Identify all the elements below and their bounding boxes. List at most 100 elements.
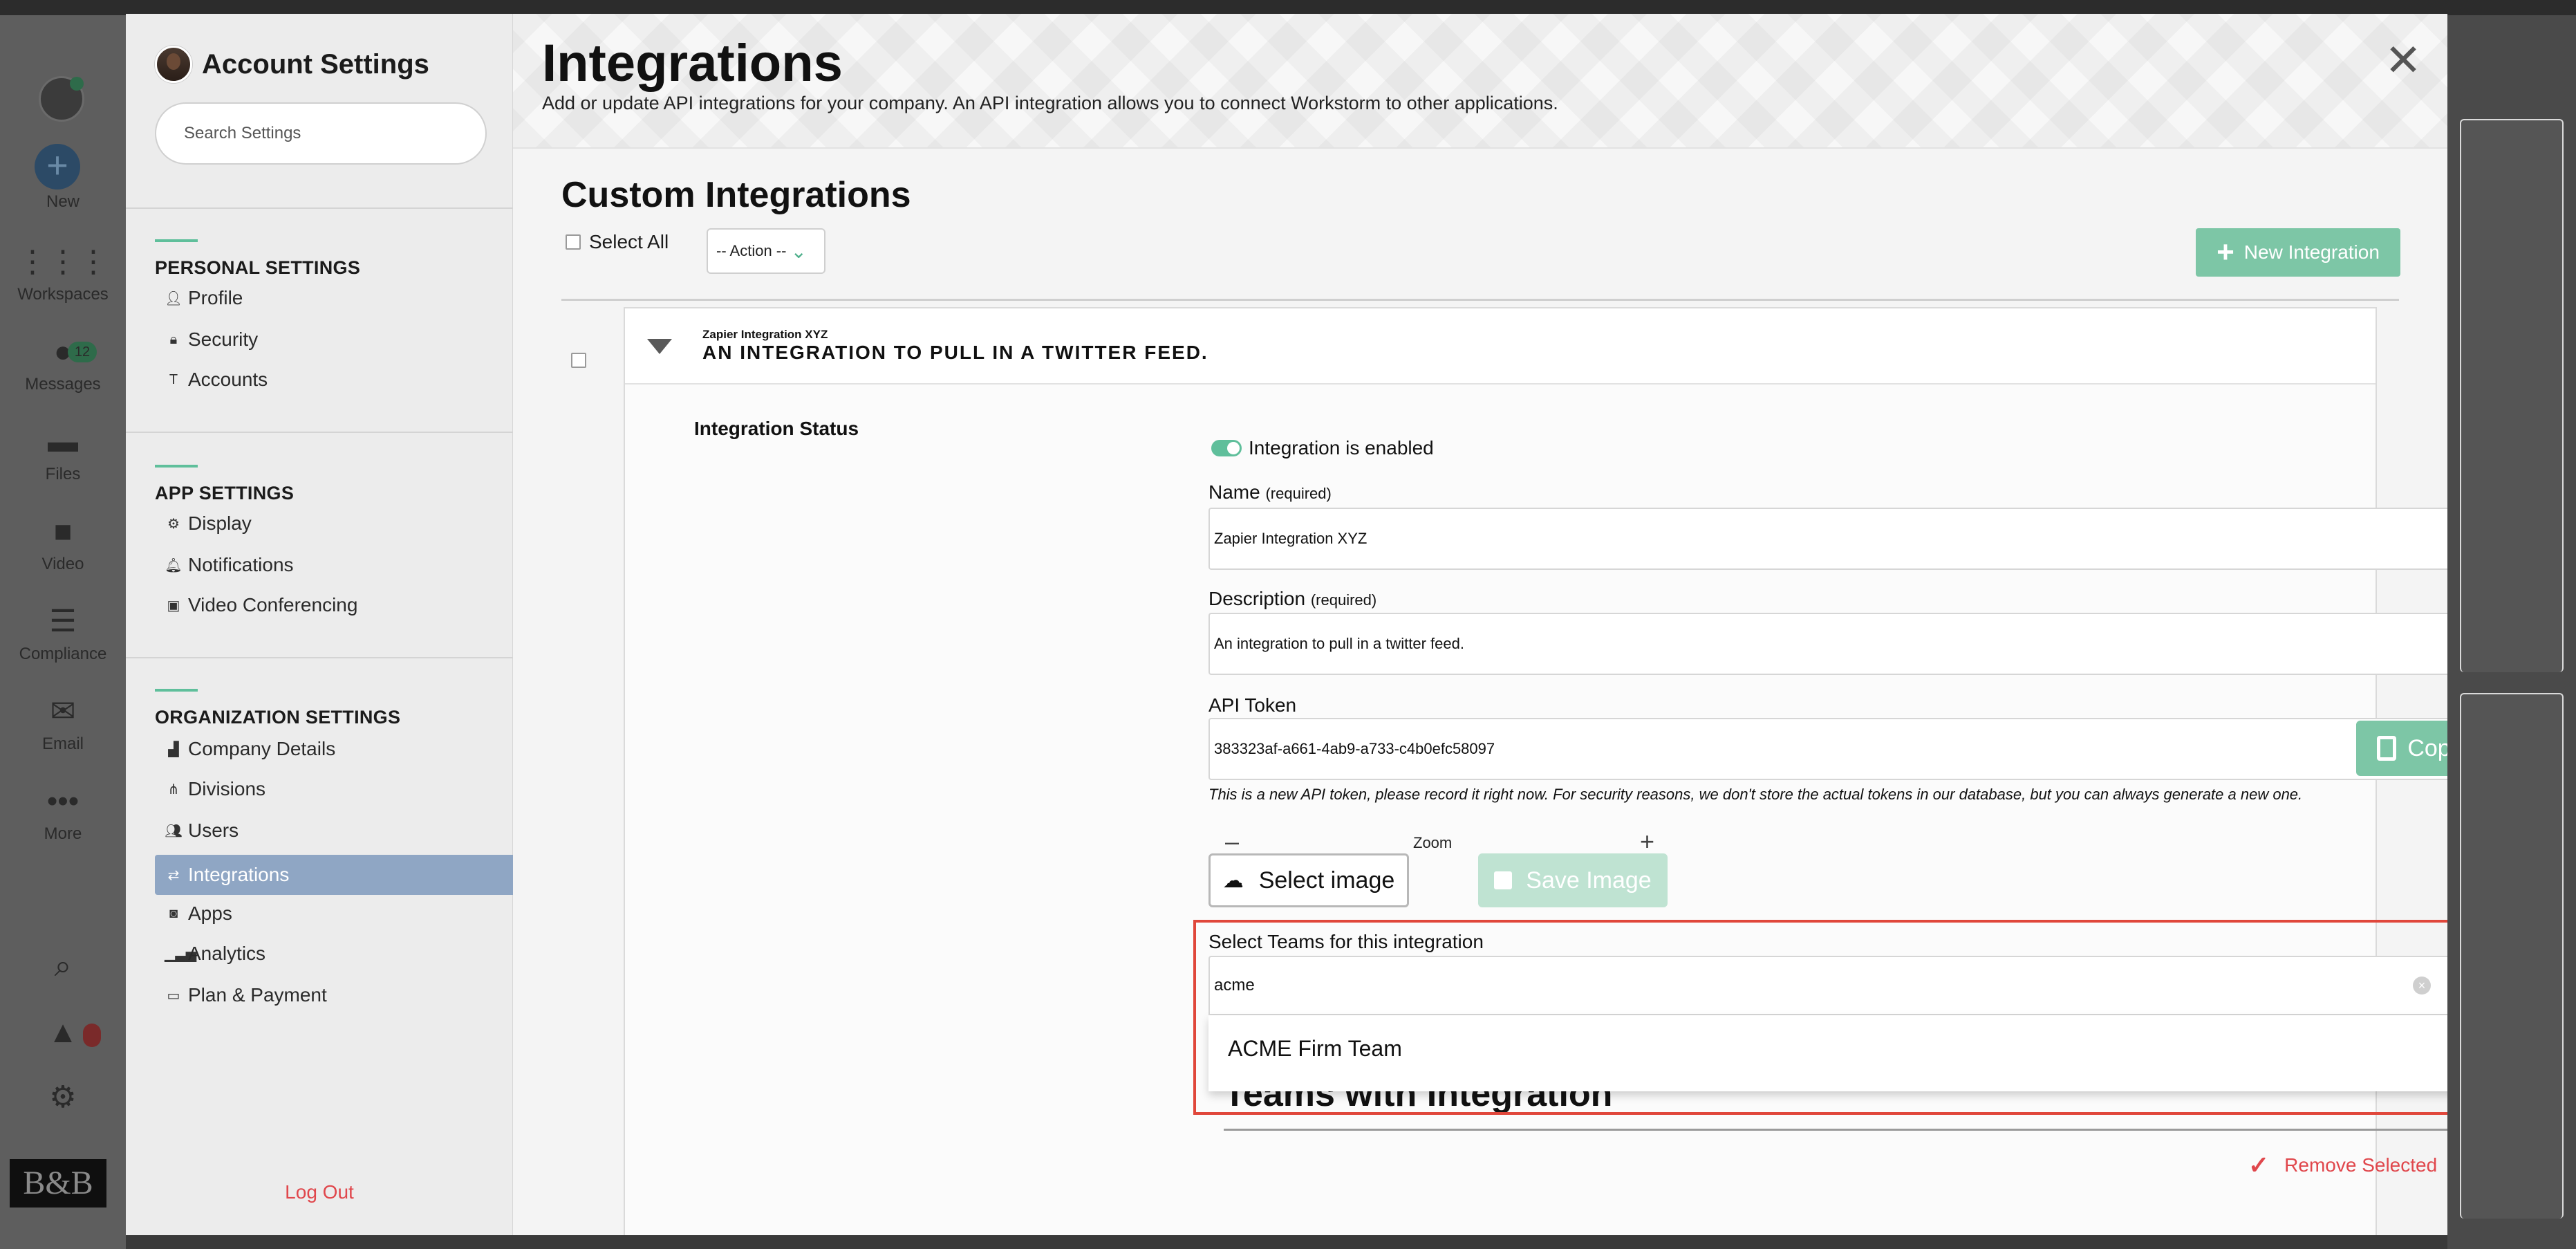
sidebar-title: Account Settings bbox=[202, 48, 429, 80]
integration-card-header[interactable]: Zapier Integration XYZ AN INTEGRATION TO… bbox=[625, 308, 2376, 385]
app-rail: + New ⋮⋮⋮ Workspaces ● Messages 12 ▬ Fil… bbox=[0, 15, 126, 1249]
sidebar-item-label: Divisions bbox=[188, 778, 266, 799]
page-subtitle: Add or update API integrations for your … bbox=[542, 93, 1558, 113]
sidebar-item-label: Apps bbox=[188, 903, 232, 924]
sidebar-item-label: Integrations bbox=[188, 864, 290, 885]
rail-item-label: Workspaces bbox=[17, 285, 109, 304]
sidebar-item-accounts[interactable]: T Accounts bbox=[155, 360, 513, 400]
rail-item-label: Video bbox=[41, 555, 84, 573]
integrations-page: Integrations Add or update API integrati… bbox=[513, 14, 2447, 1235]
sidebar-item-apps[interactable]: ◙ Apps bbox=[155, 894, 513, 934]
remove-selected-button[interactable]: ✓ Remove Selected bbox=[2248, 1151, 2437, 1180]
messages-badge: 12 bbox=[68, 342, 97, 362]
custom-integrations-title: Custom Integrations bbox=[561, 175, 911, 215]
search-settings-input[interactable] bbox=[155, 102, 487, 165]
rail-new-label[interactable]: New bbox=[0, 192, 126, 212]
name-input[interactable] bbox=[1208, 508, 2447, 570]
sidebar-item-label: Profile bbox=[188, 287, 243, 308]
sidebar-divider bbox=[126, 657, 513, 658]
zoom-label: Zoom bbox=[1413, 834, 1453, 851]
users-icon: 👥︎ bbox=[165, 823, 183, 839]
sidebar-item-profile[interactable]: 👤︎ Profile bbox=[155, 278, 513, 318]
action-dropdown-value: -- Action -- bbox=[716, 242, 787, 259]
select-all[interactable]: Select All bbox=[566, 231, 669, 253]
rail-item-workspaces[interactable]: ⋮⋮⋮ Workspaces bbox=[0, 245, 126, 304]
section-title-organization: ORGANIZATION SETTINGS bbox=[155, 707, 401, 728]
plus-icon[interactable]: + bbox=[35, 144, 80, 189]
rail-item-files[interactable]: ▬ Files bbox=[0, 425, 126, 484]
sidebar-item-label: Company Details bbox=[188, 738, 336, 759]
clear-icon[interactable]: × bbox=[2413, 977, 2431, 994]
sidebar-item-notifications[interactable]: 🔔︎ Notifications bbox=[155, 545, 513, 585]
sidebar-item-company-details[interactable]: ▟ Company Details bbox=[155, 729, 513, 769]
building-icon: ▟ bbox=[168, 741, 179, 757]
cloud-upload-icon: ☁ bbox=[1222, 869, 1244, 892]
rail-item-label: Email bbox=[41, 734, 84, 753]
rail-item-video[interactable]: ■ Video bbox=[0, 515, 126, 574]
search-icon[interactable]: ⌕ bbox=[0, 949, 126, 989]
name-label: Name (required) bbox=[1208, 481, 1332, 503]
zoom-in-button[interactable]: + bbox=[1640, 827, 1654, 856]
integration-status-label: Integration Status bbox=[694, 418, 859, 439]
new-integration-button[interactable]: + New Integration bbox=[2196, 228, 2400, 277]
rail-item-label: More bbox=[44, 824, 82, 843]
section-accent bbox=[155, 465, 198, 468]
sidebar-item-display[interactable]: ⚙ Display bbox=[155, 503, 513, 544]
grid-icon: ⋮⋮⋮ bbox=[17, 245, 109, 279]
close-icon[interactable]: ✕ bbox=[2382, 38, 2424, 82]
copy-token-button[interactable]: Copy bbox=[2356, 721, 2447, 776]
video-icon: ■ bbox=[53, 515, 73, 548]
user-avatar[interactable] bbox=[39, 76, 84, 122]
api-token-input[interactable] bbox=[1208, 718, 2447, 780]
logout-link[interactable]: Log Out bbox=[126, 1181, 513, 1203]
collapse-caret-icon[interactable] bbox=[647, 339, 672, 354]
zoom-out-button[interactable]: – bbox=[1225, 827, 1239, 856]
alert-icon[interactable]: ▲ bbox=[0, 1015, 126, 1055]
camera-icon: ▣ bbox=[167, 598, 180, 613]
integration-row-checkbox[interactable] bbox=[571, 353, 586, 368]
account-settings-modal: Account Settings PERSONAL SETTINGS 👤︎ Pro… bbox=[126, 14, 2447, 1235]
chat-icon: ● bbox=[53, 335, 73, 369]
save-image-button[interactable]: Save Image bbox=[1478, 853, 1668, 907]
background-card bbox=[2460, 693, 2564, 1219]
select-all-checkbox[interactable] bbox=[566, 234, 581, 250]
sidebar-item-label: Display bbox=[188, 512, 252, 534]
description-input[interactable] bbox=[1208, 613, 2447, 675]
select-image-button[interactable]: ☁ Select image bbox=[1208, 853, 1409, 907]
sidebar-item-analytics[interactable]: ▁▃▅ Analytics bbox=[155, 934, 513, 974]
dropdown-option[interactable]: ACME Firm Team bbox=[1228, 1036, 1402, 1062]
sidebar-item-security[interactable]: 🔒︎ Security bbox=[155, 320, 513, 360]
chart-icon: ▁▃▅ bbox=[165, 946, 197, 962]
sidebar-item-label: Notifications bbox=[188, 554, 294, 575]
action-dropdown[interactable]: -- Action -- ⌄ bbox=[707, 228, 825, 274]
sidebar-item-plan-payment[interactable]: ▭ Plan & Payment bbox=[155, 975, 513, 1015]
section-title-app: APP SETTINGS bbox=[155, 483, 295, 503]
divisions-icon: ⋔ bbox=[167, 781, 180, 797]
sidebar-item-divisions[interactable]: ⋔ Divisions bbox=[155, 769, 513, 809]
rail-item-compliance[interactable]: ☰ Compliance bbox=[0, 604, 126, 664]
person-icon: 👤︎ bbox=[165, 290, 183, 306]
sidebar-item-users[interactable]: 👥︎ Users bbox=[155, 811, 513, 851]
ellipsis-icon: ••• bbox=[46, 784, 80, 818]
integration-enabled-label: Integration is enabled bbox=[1249, 437, 1434, 459]
select-all-label: Select All bbox=[589, 231, 669, 252]
integration-enabled-toggle[interactable] bbox=[1211, 440, 1242, 456]
sidebar-item-integrations[interactable]: ⇄ Integrations bbox=[155, 855, 513, 895]
rail-item-email[interactable]: ✉ Email bbox=[0, 694, 126, 754]
background-right-panel bbox=[2447, 15, 2576, 1249]
avatar bbox=[155, 46, 192, 83]
section-accent bbox=[155, 239, 198, 242]
sidebar-item-label: Users bbox=[188, 820, 239, 841]
teams-search-input[interactable] bbox=[1208, 956, 2447, 1015]
gear-icon[interactable]: ⚙ bbox=[0, 1080, 126, 1120]
sidebar-header: Account Settings bbox=[155, 46, 429, 83]
floppy-icon bbox=[1494, 871, 1513, 889]
mail-icon: ✉ bbox=[50, 694, 76, 728]
sidebar-item-video-conferencing[interactable]: ▣ Video Conferencing bbox=[155, 585, 513, 625]
rail-item-more[interactable]: ••• More bbox=[0, 784, 126, 844]
section-title-personal: PERSONAL SETTINGS bbox=[155, 257, 361, 278]
company-logo: B&B bbox=[10, 1159, 106, 1208]
required-hint: (required) bbox=[1310, 591, 1377, 609]
list-icon: ☰ bbox=[49, 604, 77, 638]
rail-item-messages[interactable]: ● Messages bbox=[0, 335, 126, 394]
